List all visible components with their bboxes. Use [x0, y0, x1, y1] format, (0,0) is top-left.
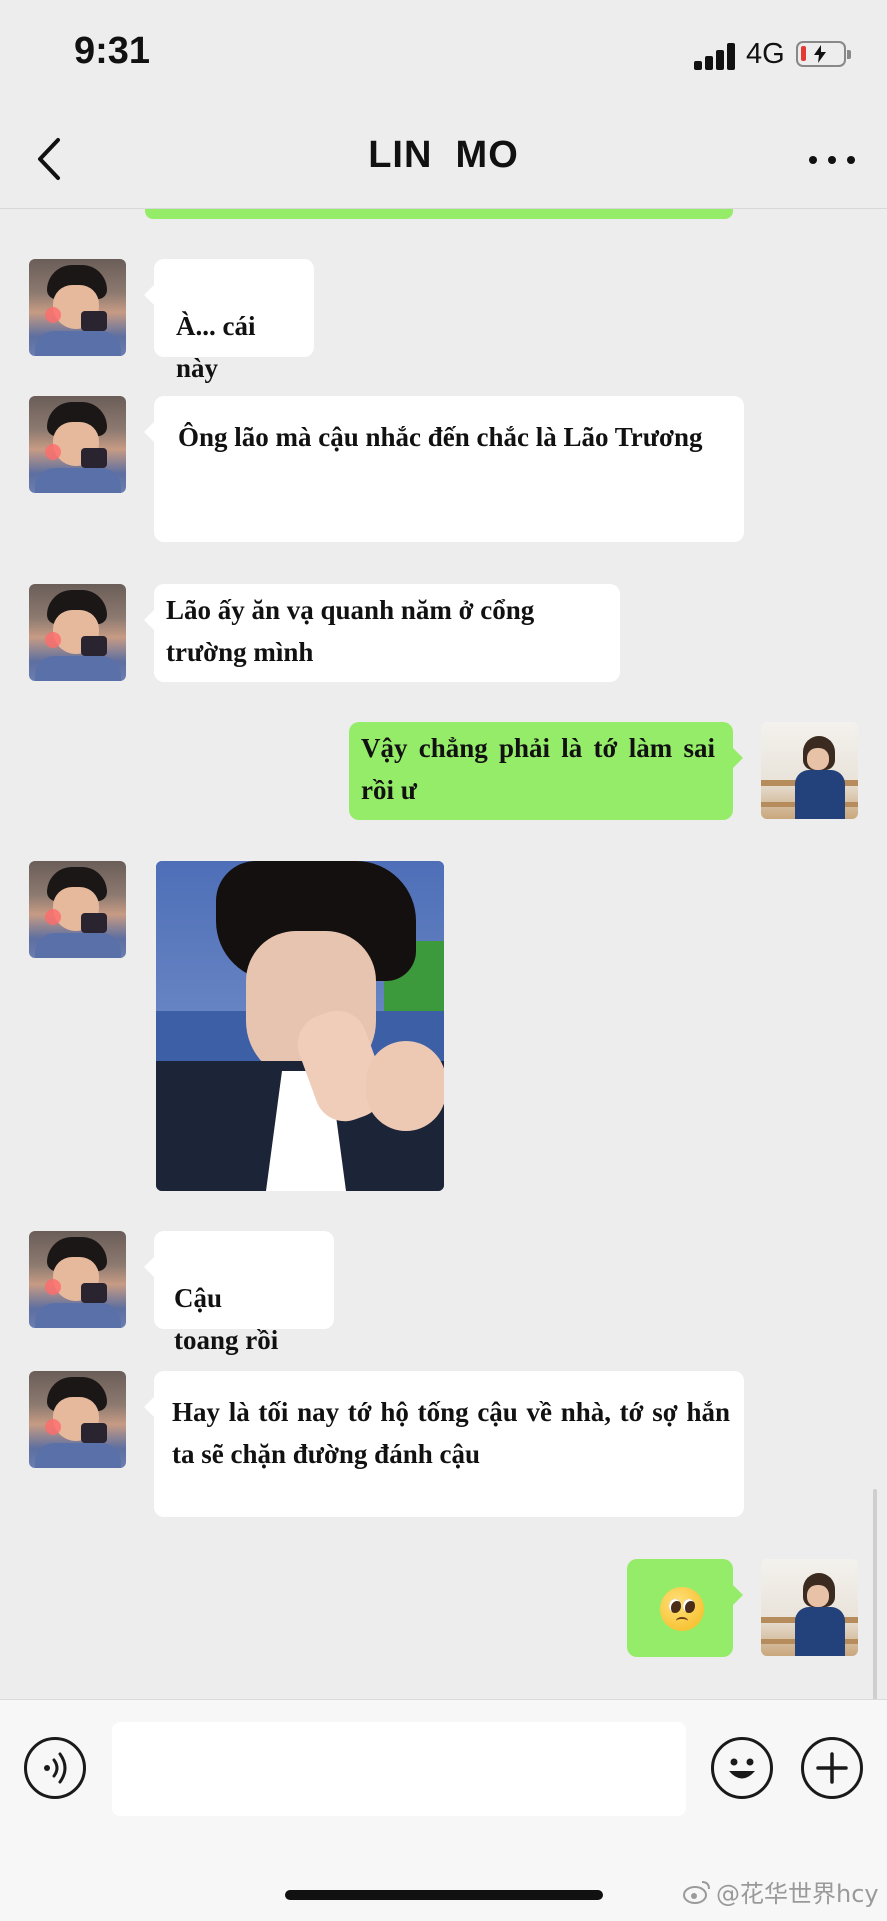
- watermark-text: @花华世界hcy: [716, 1880, 879, 1908]
- pleading-face-emoji: [660, 1587, 704, 1631]
- message-text: Cậu toang rồi: [174, 1283, 279, 1355]
- chat-title: LIN MO: [368, 134, 519, 176]
- contact-avatar[interactable]: [29, 1231, 126, 1328]
- weibo-logo-icon: [682, 1879, 712, 1911]
- network-type: 4G: [746, 38, 785, 70]
- message-input[interactable]: [112, 1722, 686, 1816]
- outgoing-message-bubble[interactable]: Vậy chẳng phải là tớ làm sai rồi ư: [349, 722, 743, 820]
- contact-avatar[interactable]: [29, 396, 126, 493]
- sticker-photo[interactable]: [156, 861, 444, 1191]
- contact-avatar[interactable]: [29, 259, 126, 356]
- voice-icon[interactable]: [24, 1737, 86, 1799]
- message-text: Vậy chẳng phải là tớ làm sai rồi ư: [361, 733, 715, 805]
- message-text: Lão ấy ăn vạ quanh năm ở cổng trường mìn…: [166, 595, 535, 667]
- watermark: @花华世界hcy: [682, 1874, 879, 1911]
- status-bar: 9:31 4G: [0, 0, 887, 110]
- message-text: Hay là tối nay tớ hộ tống cậu về nhà, tớ…: [172, 1397, 730, 1469]
- message-text: À... cái này: [176, 311, 256, 383]
- user-avatar[interactable]: [761, 722, 858, 819]
- incoming-message-bubble[interactable]: Ông lão mà cậu nhắc đến chắc là Lão Trươ…: [144, 396, 744, 542]
- contact-avatar[interactable]: [29, 1371, 126, 1468]
- home-indicator[interactable]: [285, 1890, 603, 1900]
- incoming-message-bubble[interactable]: Hay là tối nay tớ hộ tống cậu về nhà, tớ…: [144, 1371, 744, 1517]
- contact-avatar[interactable]: [29, 861, 126, 958]
- input-bar: @花华世界hcy: [0, 1699, 887, 1921]
- incoming-message-bubble[interactable]: Cậu toang rồi: [144, 1231, 334, 1355]
- previous-message-bubble-edge: [145, 209, 733, 219]
- user-avatar[interactable]: [761, 1559, 858, 1656]
- incoming-message-bubble[interactable]: À... cái này: [144, 259, 314, 383]
- contact-avatar[interactable]: [29, 584, 126, 681]
- battery-icon: [796, 41, 851, 67]
- emoji-face-icon[interactable]: [711, 1737, 773, 1799]
- outgoing-emoji-bubble[interactable]: [627, 1559, 743, 1657]
- signal-strength-icon: [694, 42, 738, 70]
- chat-header: LIN MO: [0, 110, 887, 209]
- scrollbar[interactable]: [873, 1489, 877, 1699]
- more-dots-icon[interactable]: [807, 150, 857, 170]
- incoming-message-bubble[interactable]: Lão ấy ăn vạ quanh năm ở cổng trường mìn…: [144, 584, 620, 682]
- plus-icon[interactable]: [801, 1737, 863, 1799]
- message-text: Ông lão mà cậu nhắc đến chắc là Lão Trươ…: [178, 422, 703, 452]
- message-list[interactable]: À... cái này Ông lão mà cậu nhắc đến chắ…: [0, 209, 887, 1699]
- status-time: 9:31: [74, 30, 151, 72]
